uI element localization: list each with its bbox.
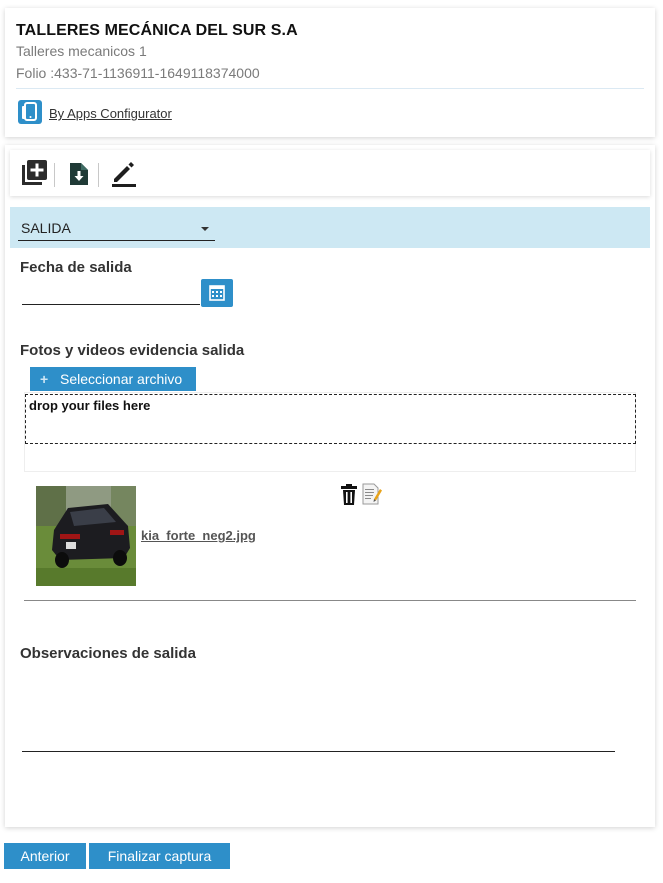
select-file-button[interactable]: + Seleccionar archivo: [30, 367, 196, 391]
calendar-button[interactable]: [201, 279, 233, 307]
add-box-icon[interactable]: [20, 159, 48, 187]
previous-button[interactable]: Anterior: [4, 843, 86, 869]
date-label: Fecha de salida: [20, 259, 132, 276]
edit-note-icon[interactable]: [362, 483, 382, 505]
file-thumbnail[interactable]: [36, 486, 136, 586]
download-file-icon[interactable]: [65, 159, 93, 187]
observations-label: Observaciones de salida: [20, 645, 196, 662]
trash-icon[interactable]: [341, 484, 357, 505]
observations-input[interactable]: [22, 751, 615, 752]
status-selected-value: SALIDA: [21, 220, 71, 236]
edit-pen-icon[interactable]: [110, 159, 138, 187]
toolbar-separator: [54, 163, 55, 187]
status-bar: SALIDA: [10, 207, 650, 248]
toolbar: [10, 150, 650, 196]
file-dropzone[interactable]: drop your files here: [25, 394, 636, 444]
photos-label: Fotos y videos evidencia salida: [20, 342, 245, 359]
finish-capture-button[interactable]: Finalizar captura: [89, 843, 230, 869]
form-card: SALIDA Fecha de salida Fotos y videos ev…: [5, 145, 655, 827]
apps-configurator-link[interactable]: By Apps Configurator: [49, 106, 172, 121]
dropzone-text: drop your files here: [29, 398, 151, 413]
company-name: TALLERES MECÁNICA DEL SUR S.A: [16, 22, 298, 39]
caret-down-icon: [201, 227, 209, 231]
header-divider: [16, 88, 644, 89]
status-select[interactable]: SALIDA: [18, 215, 215, 241]
apps-configurator-logo-icon: [18, 100, 42, 124]
calendar-icon: [209, 285, 225, 301]
date-input[interactable]: [22, 281, 200, 305]
header-card: TALLERES MECÁNICA DEL SUR S.A Talleres m…: [5, 8, 655, 137]
folio-text: Folio :433-71-1136911-1649118374000: [16, 65, 260, 81]
plus-icon: +: [40, 371, 49, 387]
file-divider: [24, 600, 636, 601]
file-name-link[interactable]: kia_forte_neg2.jpg: [141, 528, 256, 543]
company-subtitle: Talleres mecanicos 1: [16, 43, 147, 59]
select-file-label: Seleccionar archivo: [60, 371, 183, 387]
upload-area: drop your files here: [24, 392, 636, 472]
toolbar-separator: [98, 163, 99, 187]
